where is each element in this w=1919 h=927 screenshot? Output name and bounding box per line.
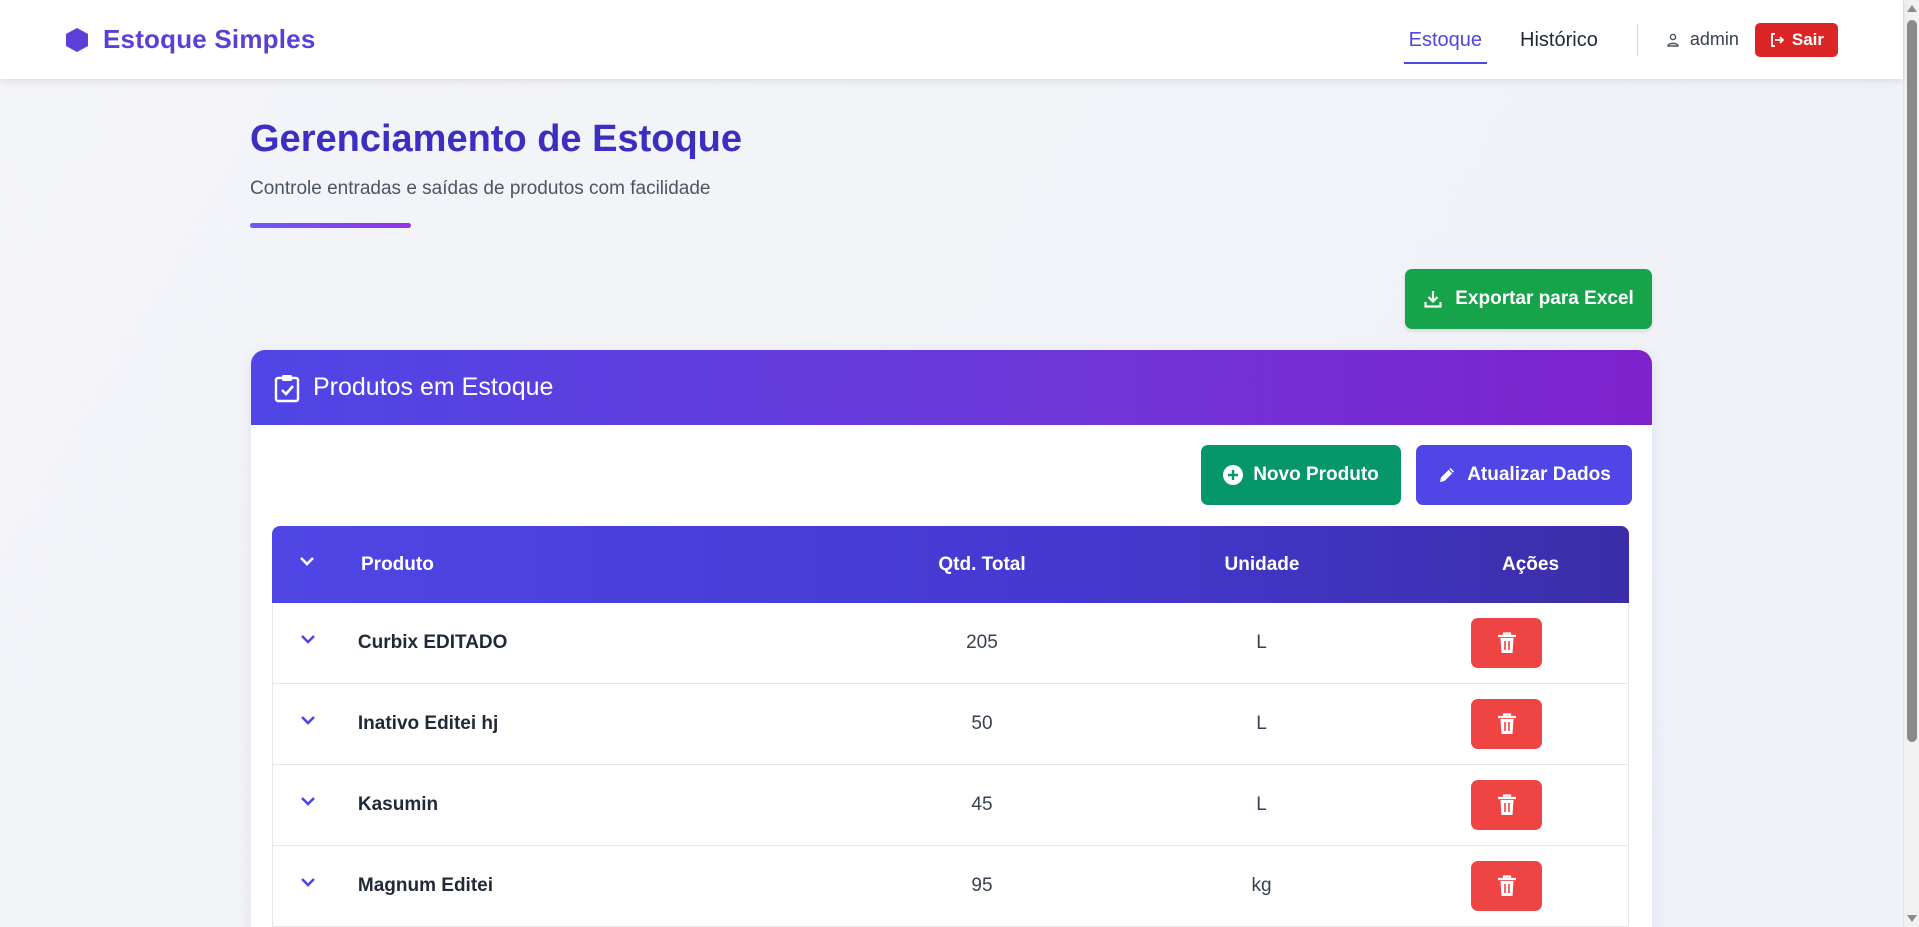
table-row[interactable]: Inativo Editei hj 50 L (272, 684, 1629, 765)
user-info: admin (1666, 29, 1739, 50)
delete-button[interactable] (1471, 861, 1543, 911)
trash-icon (1497, 794, 1516, 815)
clipboard-check-icon (274, 374, 300, 402)
chevron-down-icon (301, 716, 315, 725)
page-scrollbar[interactable] (1903, 0, 1919, 927)
column-header-product[interactable]: Produto (342, 554, 872, 576)
logout-label: Sair (1791, 29, 1824, 49)
table-row[interactable]: Magnum Editei 95 kg (272, 846, 1629, 927)
column-header-actions: Ações (1501, 553, 1560, 575)
product-unit: L (1256, 632, 1267, 653)
column-header-unit[interactable]: Unidade (1092, 554, 1432, 576)
scroll-thumb[interactable] (1907, 20, 1917, 742)
card-actions: Novo Produto Atualizar Dados (1201, 445, 1632, 505)
pencil-icon (1440, 468, 1455, 482)
product-unit: kg (1251, 875, 1272, 896)
product-name: Kasumin (357, 794, 439, 815)
page-title: Gerenciamento de Estoque (250, 118, 743, 160)
table-header: Produto Qtd. Total Unidade Ações (272, 526, 1629, 603)
trash-icon (1497, 713, 1516, 734)
nav-link-historico[interactable]: Histórico (1515, 20, 1603, 60)
nav-link-estoque[interactable]: Estoque (1403, 20, 1488, 64)
download-icon (1424, 291, 1442, 308)
chevron-down-icon (301, 878, 315, 887)
new-product-label: Novo Produto (1253, 464, 1379, 485)
products-card: Produtos em Estoque Novo Produto Atualiz… (251, 350, 1652, 927)
product-qty: 45 (971, 794, 993, 815)
update-data-button[interactable]: Atualizar Dados (1416, 445, 1632, 505)
logout-icon (1770, 32, 1785, 47)
row-expand-toggle[interactable] (273, 715, 343, 725)
scroll-up-arrow-icon[interactable] (1907, 5, 1917, 12)
card-header: Produtos em Estoque (251, 350, 1652, 425)
chevron-down-icon (300, 556, 314, 566)
product-unit: L (1256, 794, 1267, 815)
row-expand-toggle[interactable] (273, 634, 343, 644)
column-header-qty[interactable]: Qtd. Total (872, 554, 1092, 576)
hexagon-icon (66, 27, 88, 52)
row-actions (1431, 861, 1628, 911)
row-expand-toggle[interactable] (273, 796, 343, 806)
product-qty: 95 (971, 875, 993, 896)
product-qty: 50 (971, 713, 993, 734)
username: admin (1689, 29, 1739, 49)
product-qty: 205 (966, 632, 998, 653)
chevron-down-icon (301, 635, 315, 644)
row-expand-toggle[interactable] (273, 877, 343, 887)
products-table: Produto Qtd. Total Unidade Ações Curbix … (272, 526, 1629, 927)
logout-button[interactable]: Sair (1754, 22, 1838, 57)
row-actions (1431, 780, 1628, 830)
plus-circle-icon (1223, 465, 1244, 485)
new-product-button[interactable]: Novo Produto (1201, 445, 1401, 505)
product-name: Magnum Editei (357, 875, 494, 896)
export-label: Exportar para Excel (1455, 288, 1634, 309)
trash-icon (1497, 875, 1516, 896)
delete-button[interactable] (1471, 699, 1543, 749)
delete-button[interactable] (1471, 780, 1543, 830)
product-name: Curbix EDITADO (357, 632, 508, 653)
trash-icon (1497, 632, 1516, 653)
scroll-down-arrow-icon[interactable] (1907, 915, 1917, 922)
title-underline (250, 223, 411, 228)
nav-divider (1636, 23, 1638, 56)
page-subtitle: Controle entradas e saídas de produtos c… (250, 178, 711, 199)
nav-right: Estoque Histórico admin Sair (1376, 0, 1838, 79)
brand[interactable]: Estoque Simples (65, 24, 316, 55)
chevron-down-icon (301, 797, 315, 806)
navbar: Estoque Simples Estoque Histórico admin … (0, 0, 1903, 79)
table-row[interactable]: Curbix EDITADO 205 L (272, 603, 1629, 684)
update-data-label: Atualizar Dados (1467, 464, 1611, 485)
row-actions (1431, 618, 1628, 668)
card-title: Produtos em Estoque (313, 373, 554, 401)
expand-all-toggle[interactable] (272, 556, 342, 566)
delete-button[interactable] (1471, 618, 1543, 668)
row-actions (1431, 699, 1628, 749)
table-row[interactable]: Kasumin 45 L (272, 765, 1629, 846)
product-unit: L (1256, 713, 1267, 734)
export-excel-button[interactable]: Exportar para Excel (1405, 269, 1652, 329)
product-name: Inativo Editei hj (357, 713, 499, 734)
user-icon (1667, 33, 1679, 47)
brand-name: Estoque Simples (103, 24, 316, 54)
